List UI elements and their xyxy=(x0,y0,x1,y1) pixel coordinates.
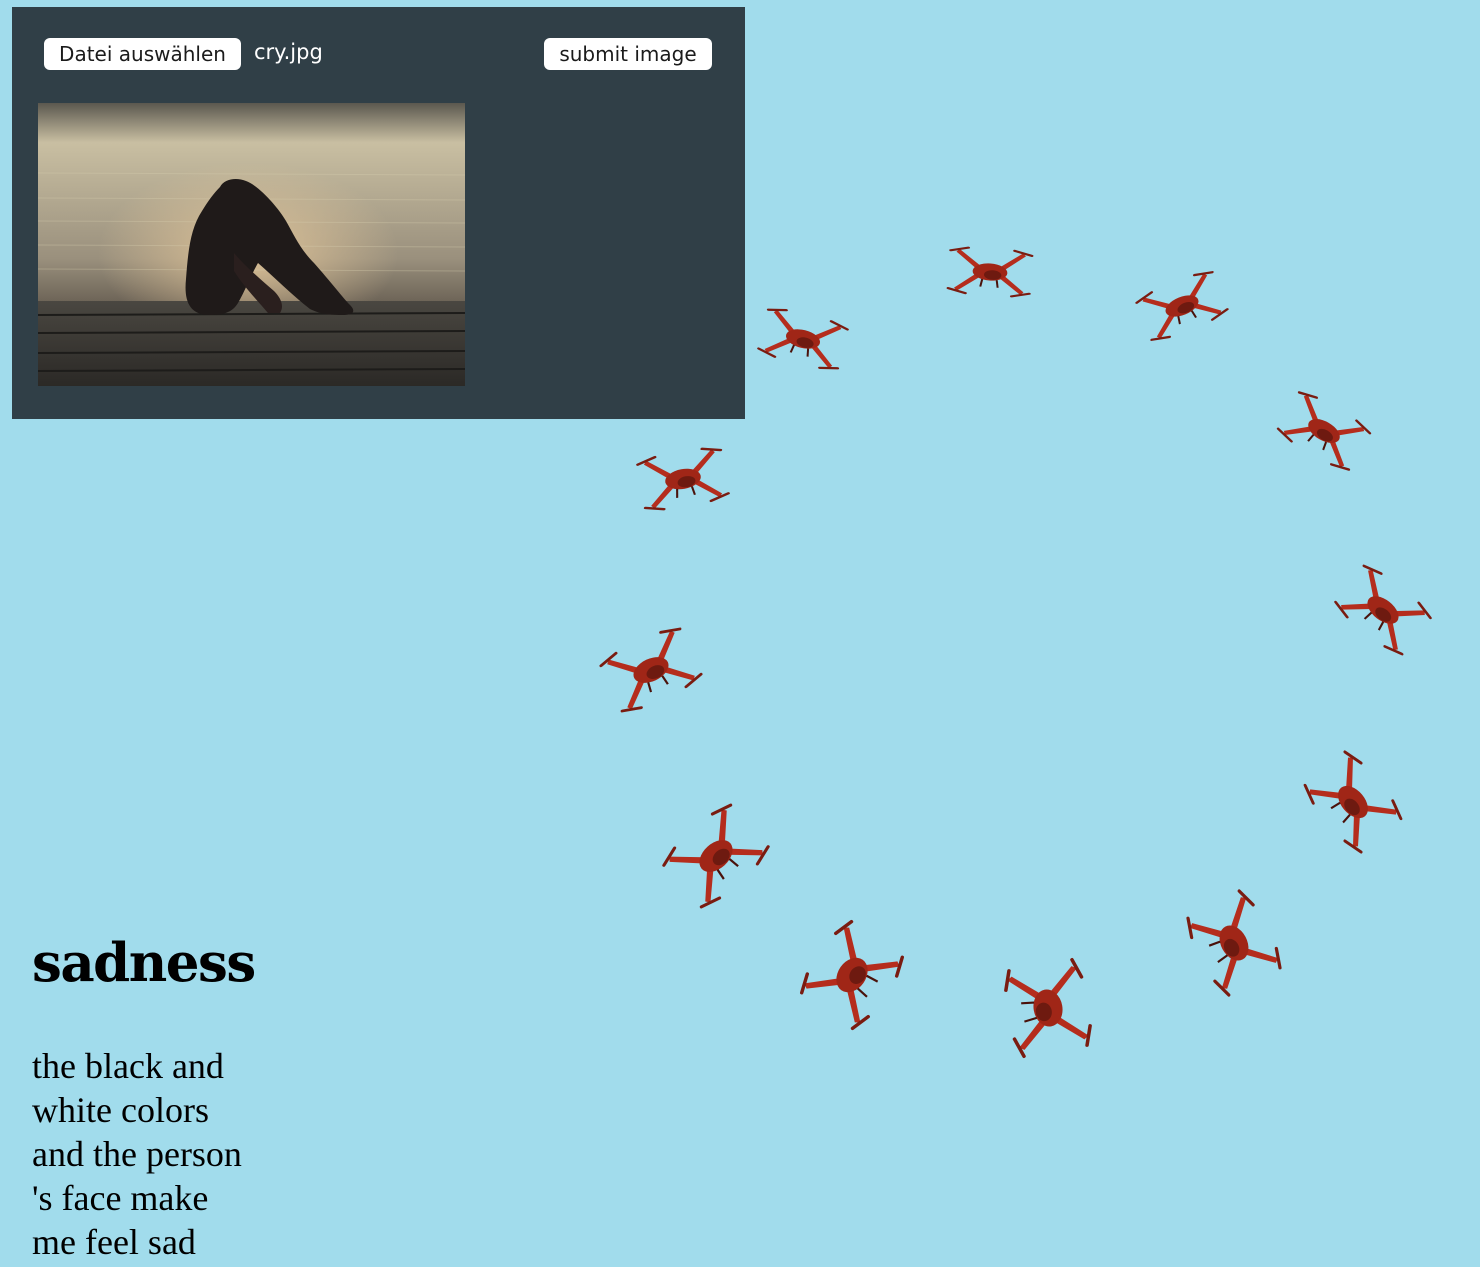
emotion-title: sadness xyxy=(32,932,256,994)
drone-icon xyxy=(597,622,705,718)
drone-icon xyxy=(658,799,774,913)
drone-icon xyxy=(946,244,1034,300)
drone-icon xyxy=(1000,956,1096,1060)
drone-icon xyxy=(1181,886,1287,1000)
drone-icon xyxy=(1133,267,1231,345)
emotion-description: the black and white colors and the perso… xyxy=(32,1046,242,1262)
drone-icon xyxy=(635,444,731,514)
drone-icon xyxy=(1331,560,1435,660)
drone-icon xyxy=(1299,747,1407,857)
drone-icon xyxy=(794,916,910,1034)
drone-icon xyxy=(756,304,850,374)
drone-icon xyxy=(1274,387,1374,475)
